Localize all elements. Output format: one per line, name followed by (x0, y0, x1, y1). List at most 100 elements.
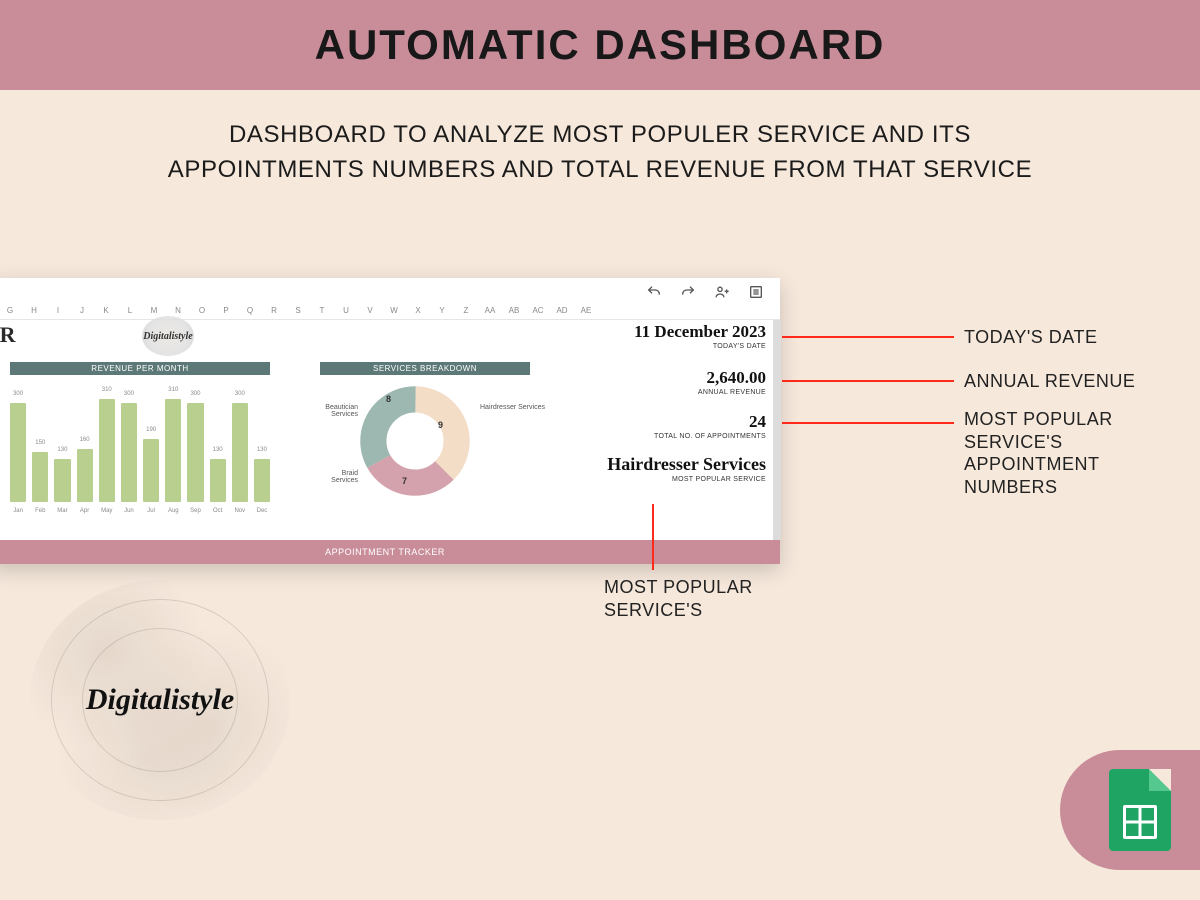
metric-total-appointments: 24 TOTAL NO. OF APPOINTMENTS (654, 412, 766, 440)
callout-line-appts (782, 422, 954, 424)
callout-line-revenue (782, 380, 954, 382)
bar-month: Jan (13, 508, 23, 514)
bar: 310Aug (165, 399, 181, 502)
bar-month: Jun (124, 508, 134, 514)
bar-month: Sep (190, 508, 201, 514)
callout-todays-date: TODAY'S DATE (964, 326, 1097, 349)
column-letter: Q (238, 306, 262, 319)
undo-icon[interactable] (646, 284, 662, 300)
metric-date-value: 11 December 2023 (634, 322, 766, 342)
bar-month: Jul (147, 508, 155, 514)
bar-value: 310 (168, 387, 178, 393)
donut-chart (360, 386, 470, 496)
bar: 190Jul (143, 439, 159, 502)
metric-date-label: TODAY'S DATE (634, 343, 766, 350)
column-letter: U (334, 306, 358, 319)
menu-icon[interactable] (748, 284, 764, 300)
bar-month: Oct (213, 508, 222, 514)
pie-legend-hairdresser: Hairdresser Services (480, 404, 545, 411)
metric-appts-value: 24 (654, 412, 766, 432)
hero-bar: AUTOMATIC DASHBOARD (0, 0, 1200, 90)
column-letter: W (382, 306, 406, 319)
google-sheets-icon (1109, 769, 1171, 851)
column-letter: AD (550, 306, 574, 319)
sheets-badge (1060, 750, 1200, 870)
redo-icon[interactable] (680, 284, 696, 300)
column-letter: X (406, 306, 430, 319)
column-letter: P (214, 306, 238, 319)
column-letter: G (0, 306, 22, 319)
pie-value-hairdresser: 9 (438, 420, 443, 430)
metric-revenue-label: ANNUAL REVENUE (698, 389, 766, 396)
bar: 130Dec (254, 459, 270, 502)
column-letter: AB (502, 306, 526, 319)
column-letter: H (22, 306, 46, 319)
bar-value: 190 (146, 427, 156, 433)
page-subheading: DASHBOARD TO ANALYZE MOST POPULER SERVIC… (150, 118, 1050, 188)
bar: 300Sep (187, 403, 203, 502)
bar: 130Mar (54, 459, 70, 502)
column-letter: AC (526, 306, 550, 319)
metric-annual-revenue: 2,640.00 ANNUAL REVENUE (698, 368, 766, 396)
metric-todays-date: 11 December 2023 TODAY'S DATE (634, 322, 766, 350)
callout-line-date (782, 336, 954, 338)
pie-legend-braid: Braid Services (318, 470, 358, 484)
column-letter: Y (430, 306, 454, 319)
bar: 300Nov (232, 403, 248, 502)
bar-chart-title: REVENUE PER MONTH (10, 362, 270, 375)
bar-month: Dec (257, 508, 268, 514)
callout-line-popular (652, 504, 654, 570)
bar-month: Mar (57, 508, 67, 514)
bar-month: Nov (234, 508, 245, 514)
column-letter: Z (454, 306, 478, 319)
metric-popular-label: MOST POPULAR SERVICE (607, 476, 766, 483)
share-person-icon[interactable] (714, 284, 730, 300)
bar-value: 130 (57, 447, 67, 453)
column-letter: I (46, 306, 70, 319)
column-letter: J (70, 306, 94, 319)
bar-month: Aug (168, 508, 179, 514)
bar-month: May (101, 508, 112, 514)
column-letter: AE (574, 306, 598, 319)
column-letter: V (358, 306, 382, 319)
bar-value: 310 (102, 387, 112, 393)
sheet-toolbar (0, 278, 780, 306)
column-letter: R (262, 306, 286, 319)
column-letter: T (310, 306, 334, 319)
pie-value-braid: 7 (402, 476, 407, 486)
metric-most-popular: Hairdresser Services MOST POPULAR SERVIC… (607, 454, 766, 483)
metric-appts-label: TOTAL NO. OF APPOINTMENTS (654, 433, 766, 440)
bar: 300Jun (121, 403, 137, 502)
pie-value-beautician: 8 (386, 394, 391, 404)
bar-value: 300 (13, 391, 23, 397)
bar-value: 130 (213, 447, 223, 453)
column-letter: AA (478, 306, 502, 319)
column-letter: K (94, 306, 118, 319)
page-title: AUTOMATIC DASHBOARD (315, 21, 886, 69)
metric-revenue-value: 2,640.00 (698, 368, 766, 388)
bar-value: 130 (257, 447, 267, 453)
bar-chart: 300Jan150Feb130Mar160Apr310May300Jun190J… (10, 382, 270, 502)
bar: 150Feb (32, 452, 48, 502)
spreadsheet-panel: GHIJKLMNOPQRSTUVWXYZAAABACADAE ER Digita… (0, 278, 780, 564)
bar: 130Oct (210, 459, 226, 502)
bar-month: Feb (35, 508, 45, 514)
pie-chart-title: SERVICES BREAKDOWN (320, 362, 530, 375)
column-letter: S (286, 306, 310, 319)
brand-mini-logo: Digitalistyle (142, 316, 194, 356)
callout-appointment-numbers: MOST POPULAR SERVICE'S APPOINTMENT NUMBE… (964, 408, 1184, 498)
bar-value: 160 (80, 437, 90, 443)
metric-popular-value: Hairdresser Services (607, 454, 766, 475)
brand-name: Digitalistyle (86, 683, 234, 717)
bar-value: 300 (124, 391, 134, 397)
bar: 310May (99, 399, 115, 502)
sheet-body: ER Digitalistyle REVENUE PER MONTH SERVI… (0, 320, 780, 540)
bar: 300Jan (10, 403, 26, 502)
tracker-title-fragment: ER (0, 322, 17, 348)
bar-month: Apr (80, 508, 89, 514)
callout-annual-revenue: ANNUAL REVENUE (964, 370, 1135, 393)
column-letters: GHIJKLMNOPQRSTUVWXYZAAABACADAE (0, 306, 780, 320)
scroll-track[interactable] (773, 320, 781, 540)
brand-logo: Digitalistyle (30, 580, 290, 820)
pie-legend-beautician: Beautician Services (318, 404, 358, 418)
